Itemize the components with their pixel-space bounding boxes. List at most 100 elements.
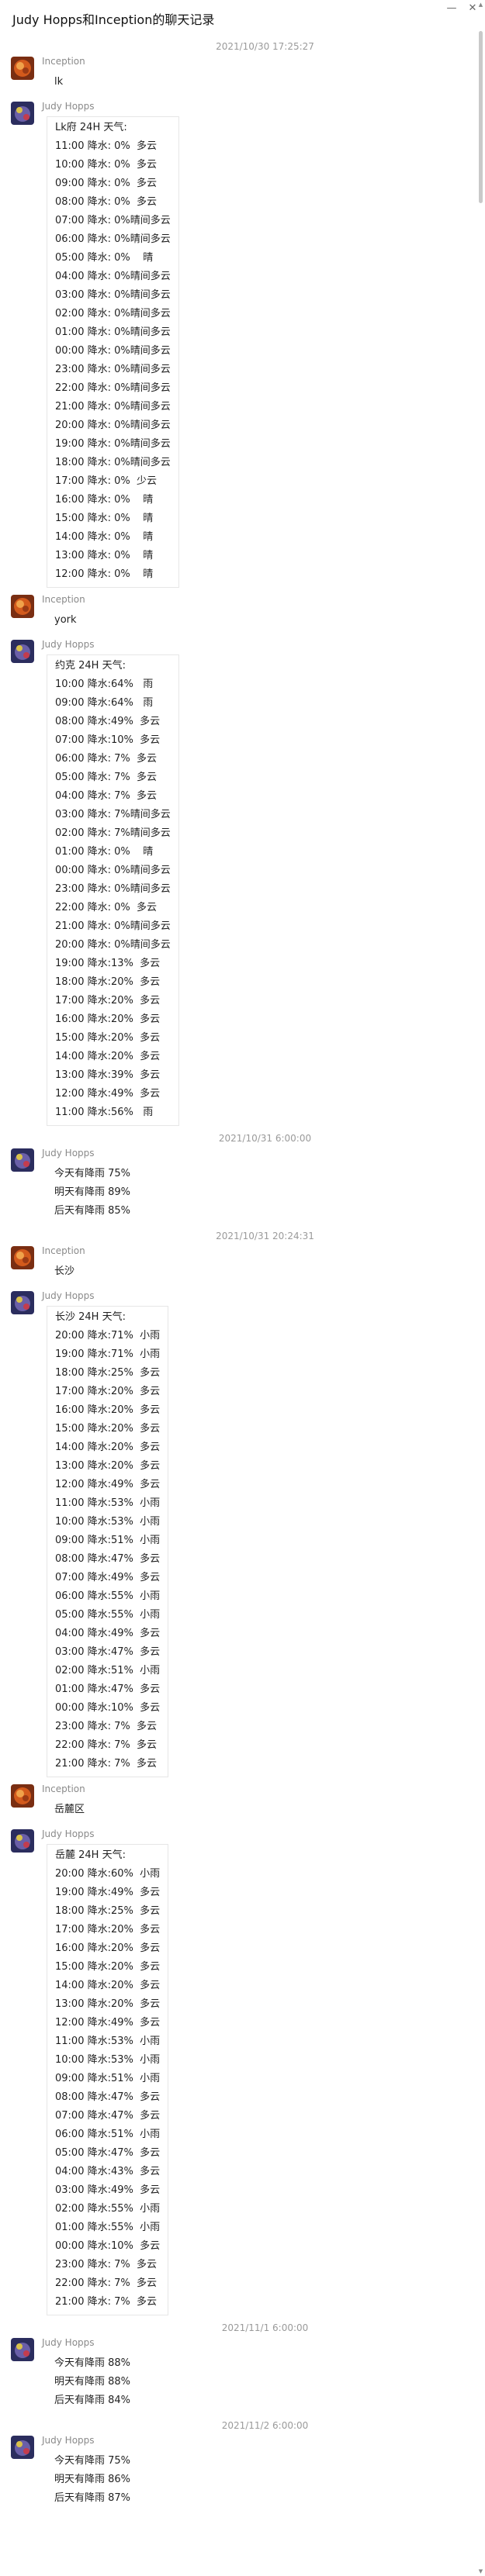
message-text-line: 09:00 降水:64% 雨 bbox=[55, 697, 154, 709]
sender-name: Judy Hopps bbox=[42, 639, 95, 650]
message-text-line: 05:00 降水:47% 多云 bbox=[55, 2147, 161, 2159]
message-bubble[interactable]: lk bbox=[47, 71, 71, 95]
message-text-line: 09:00 降水: 0% 多云 bbox=[55, 178, 157, 189]
sender-name: Judy Hopps bbox=[42, 2435, 95, 2446]
inception-avatar[interactable] bbox=[11, 1246, 34, 1269]
message-bubble[interactable]: 长沙 bbox=[47, 1261, 82, 1284]
message-text-line: 10:00 降水:64% 雨 bbox=[55, 679, 154, 690]
message-text-line: 01:00 降水: 0% 晴 bbox=[55, 846, 154, 858]
sender-name: Judy Hopps bbox=[42, 1828, 95, 1839]
message-text-line: 04:00 降水:43% 多云 bbox=[55, 2166, 161, 2177]
sender-name: Inception bbox=[42, 1784, 85, 1794]
message-text-line: 长沙 24H 天气: bbox=[55, 1311, 126, 1323]
message-list[interactable]: 2021/10/30 17:25:27 Inception lk Judy Hopps… bbox=[0, 39, 485, 2516]
inception-avatar[interactable] bbox=[11, 1784, 34, 1808]
inception-avatar[interactable] bbox=[11, 57, 34, 80]
message-text-line: 14:00 降水: 0% 晴 bbox=[55, 531, 154, 543]
message-bubble[interactable]: 今天有降雨 75% 明天有降雨 89% 后天有降雨 85% bbox=[47, 1163, 138, 1224]
message-text-line: 00:00 降水:10% 多云 bbox=[55, 2240, 161, 2252]
message-text-line: 19:00 降水:71% 小雨 bbox=[55, 1348, 161, 1360]
message-text-line: 16:00 降水:20% 多云 bbox=[55, 1404, 161, 1416]
message-text-line: 08:00 降水:47% 多云 bbox=[55, 1553, 161, 1565]
judy-avatar[interactable] bbox=[11, 1829, 34, 1853]
message-text-line: 07:00 降水:47% 多云 bbox=[55, 2110, 161, 2122]
message-text-line: 22:00 降水: 0% 多云 bbox=[55, 902, 157, 913]
sender-name: Judy Hopps bbox=[42, 101, 95, 112]
message-item: Inception 长沙 bbox=[6, 1244, 485, 1289]
message-text-line: 06:00 降水: 7% 多云 bbox=[55, 753, 157, 765]
message-timestamp: 2021/10/31 20:24:31 bbox=[216, 1231, 314, 1241]
message-text-line: 19:00 降水:49% 多云 bbox=[55, 1887, 161, 1898]
message-text-line: 03:00 降水: 7%晴间多云 bbox=[55, 809, 171, 820]
message-text-line: 23:00 降水: 0%晴间多云 bbox=[55, 883, 171, 895]
message-text-line: 17:00 降水: 0% 少云 bbox=[55, 475, 157, 487]
message-text-line: 08:00 降水:49% 多云 bbox=[55, 716, 161, 727]
judy-avatar[interactable] bbox=[11, 102, 34, 125]
message-text-line: 后天有降雨 85% bbox=[54, 1205, 131, 1217]
scroll-down-arrow-icon[interactable]: ▼ bbox=[476, 2568, 485, 2574]
judy-avatar[interactable] bbox=[11, 640, 34, 663]
message-text-line: 18:00 降水:20% 多云 bbox=[55, 976, 161, 988]
message-text-line: 17:00 降水:20% 多云 bbox=[55, 1386, 161, 1397]
message-bubble[interactable]: 岳麓 24H 天气: 20:00 降水:60% 小雨 19:00 降水:49% 多云… bbox=[47, 1844, 169, 2315]
message-text-line: 13:00 降水:20% 多云 bbox=[55, 1460, 161, 1472]
message-text-line: 长沙 bbox=[54, 1266, 75, 1277]
message-text-line: 21:00 降水: 0%晴间多云 bbox=[55, 920, 171, 932]
message-text-line: 16:00 降水:20% 多云 bbox=[55, 1013, 161, 1025]
message-timestamp: 2021/11/2 6:00:00 bbox=[221, 2420, 309, 2431]
message-bubble[interactable]: 约克 24H 天气: 10:00 降水:64% 雨 09:00 降水:64% 雨 08… bbox=[47, 654, 179, 1126]
inception-avatar[interactable] bbox=[11, 595, 34, 618]
message-text-line: 09:00 降水:51% 小雨 bbox=[55, 2073, 161, 2084]
message-text-line: 02:00 降水:51% 小雨 bbox=[55, 1665, 161, 1676]
message-text-line: 20:00 降水: 0%晴间多云 bbox=[55, 939, 171, 951]
message-text-line: 11:00 降水:53% 小雨 bbox=[55, 1497, 161, 1509]
message-bubble[interactable]: Lk府 24H 天气: 11:00 降水: 0% 多云 10:00 降水: 0% 多… bbox=[47, 116, 179, 588]
message-item: Inception 岳麓区 bbox=[6, 1782, 485, 1827]
message-bubble[interactable]: york bbox=[47, 609, 85, 633]
sender-name: Inception bbox=[42, 594, 85, 605]
scrollbar[interactable]: ▲ ▼ bbox=[476, 0, 485, 2576]
message-text-line: 11:00 降水:53% 小雨 bbox=[55, 2036, 161, 2047]
message-item: Judy Hopps 长沙 24H 天气: 20:00 降水:71% 小雨 19:00… bbox=[6, 1289, 485, 1782]
message-text-line: 04:00 降水: 7% 多云 bbox=[55, 790, 157, 802]
message-text-line: 22:00 降水: 7% 多云 bbox=[55, 2277, 157, 2289]
message-text-line: 10:00 降水: 0% 多云 bbox=[55, 159, 157, 171]
message-text-line: 22:00 降水: 7% 多云 bbox=[55, 1739, 157, 1751]
message-text-line: 03:00 降水: 0%晴间多云 bbox=[55, 289, 171, 301]
message-text-line: 00:00 降水:10% 多云 bbox=[55, 1702, 161, 1714]
message-text-line: 00:00 降水: 0%晴间多云 bbox=[55, 345, 171, 357]
message-text-line: 04:00 降水:49% 多云 bbox=[55, 1628, 161, 1639]
message-text-line: 12:00 降水:49% 多云 bbox=[55, 1479, 161, 1490]
message-text-line: 06:00 降水:55% 小雨 bbox=[55, 1590, 161, 1602]
message-bubble[interactable]: 今天有降雨 88% 明天有降雨 88% 后天有降雨 84% bbox=[47, 2353, 138, 2413]
message-text-line: 07:00 降水:10% 多云 bbox=[55, 734, 161, 746]
judy-avatar[interactable] bbox=[11, 2436, 34, 2459]
judy-avatar[interactable] bbox=[11, 1148, 34, 1172]
sender-name: Inception bbox=[42, 56, 85, 67]
message-bubble[interactable]: 岳麓区 bbox=[47, 1799, 92, 1822]
minimize-button[interactable]: — bbox=[442, 2, 461, 16]
message-text-line: 明天有降雨 86% bbox=[54, 2474, 131, 2485]
message-text-line: Lk府 24H 天气: bbox=[55, 122, 127, 133]
message-text-line: 03:00 降水:47% 多云 bbox=[55, 1646, 161, 1658]
scrollbar-thumb[interactable] bbox=[479, 31, 483, 203]
message-text-line: 02:00 降水: 7%晴间多云 bbox=[55, 827, 171, 839]
message-text-line: 17:00 降水:20% 多云 bbox=[55, 995, 161, 1007]
message-text-line: 08:00 降水:47% 多云 bbox=[55, 2091, 161, 2103]
message-text-line: 后天有降雨 84% bbox=[54, 2395, 131, 2406]
message-text-line: 23:00 降水: 7% 多云 bbox=[55, 1721, 157, 1732]
message-text-line: 05:00 降水: 0% 晴 bbox=[55, 252, 154, 264]
scroll-up-arrow-icon[interactable]: ▲ bbox=[476, 2, 485, 8]
sender-name: Judy Hopps bbox=[42, 1148, 95, 1159]
message-text-line: 23:00 降水: 0%晴间多云 bbox=[55, 364, 171, 375]
message-text-line: 16:00 降水:20% 多云 bbox=[55, 1942, 161, 1954]
message-bubble[interactable]: 长沙 24H 天气: 20:00 降水:71% 小雨 19:00 降水:71% 小雨… bbox=[47, 1306, 169, 1777]
message-text-line: 明天有降雨 89% bbox=[54, 1186, 131, 1198]
message-text-line: 01:00 降水:55% 小雨 bbox=[55, 2222, 161, 2233]
message-text-line: 11:00 降水:56% 雨 bbox=[55, 1107, 154, 1118]
message-bubble[interactable]: 今天有降雨 75% 明天有降雨 86% 后天有降雨 87% bbox=[47, 2450, 138, 2511]
message-text-line: 15:00 降水:20% 多云 bbox=[55, 1032, 161, 1044]
message-text-line: york bbox=[54, 614, 77, 626]
judy-avatar[interactable] bbox=[11, 1291, 34, 1314]
judy-avatar[interactable] bbox=[11, 2338, 34, 2361]
